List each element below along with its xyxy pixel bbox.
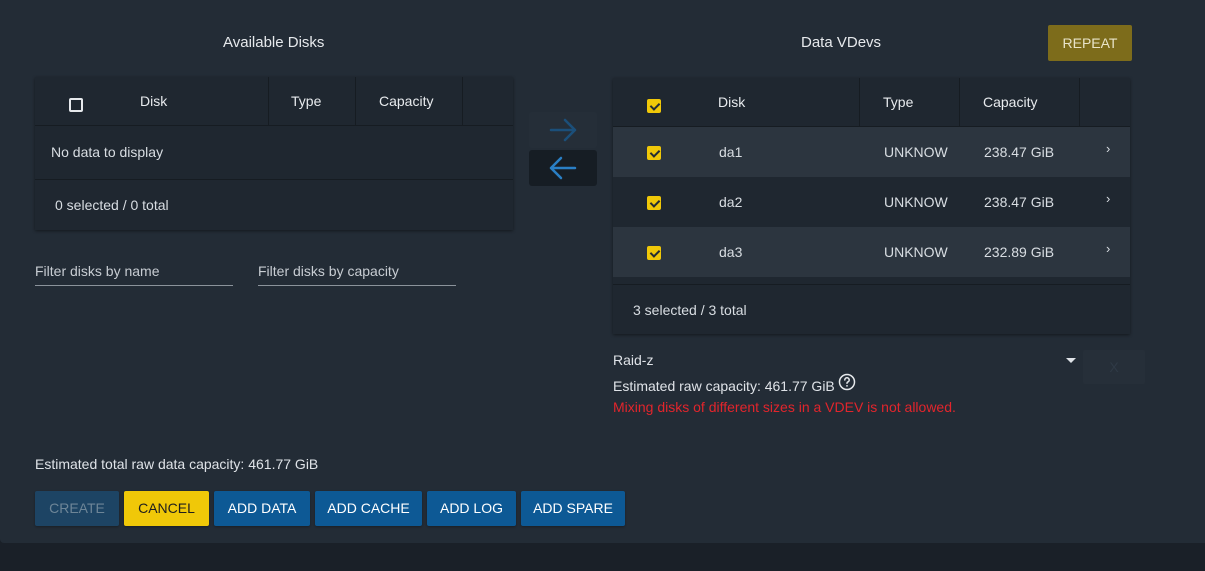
column-capacity[interactable]: Capacity (379, 77, 433, 125)
available-disks-table: Disk Type Capacity No data to display 0 … (35, 77, 513, 230)
row-checkbox[interactable] (647, 196, 661, 210)
row-disk: da1 (719, 144, 743, 160)
row-checkbox[interactable] (647, 146, 661, 160)
data-vdevs-title: Data VDevs (801, 34, 882, 51)
available-disks-title: Available Disks (223, 34, 325, 51)
add-cache-button[interactable]: ADD CACHE (315, 491, 422, 526)
row-type: UNKNOW (884, 144, 948, 160)
table-row[interactable]: da3 UNKNOW 232.89 GiB › (613, 227, 1130, 277)
table-footer: 0 selected / 0 total (35, 179, 513, 230)
row-capacity: 238.47 GiB (984, 144, 1055, 160)
data-vdevs-table: Disk Type Capacity da1 UNKNOW 238.47 GiB… (613, 78, 1130, 334)
total-raw-capacity: Estimated total raw data capacity: 461.7… (35, 456, 319, 472)
select-all-checkbox[interactable] (69, 98, 83, 112)
table-row[interactable]: da1 UNKNOW 238.47 GiB › (613, 127, 1130, 177)
selection-count: 3 selected / 3 total (633, 302, 747, 318)
move-right-button[interactable] (529, 112, 597, 148)
row-type: UNKNOW (884, 194, 948, 210)
column-disk[interactable]: Disk (718, 78, 745, 126)
filter-by-capacity-input[interactable]: Filter disks by capacity (258, 257, 456, 286)
vdev-layout-value: Raid-z (613, 352, 654, 368)
arrow-right-icon (549, 118, 577, 142)
arrow-left-icon (549, 156, 577, 180)
table-row[interactable]: da2 UNKNOW 238.47 GiB › (613, 177, 1130, 227)
column-capacity[interactable]: Capacity (983, 78, 1037, 126)
row-disk: da3 (719, 244, 743, 260)
row-disk: da2 (719, 194, 743, 210)
estimated-raw-capacity: Estimated raw capacity: 461.77 GiB (613, 378, 835, 394)
validation-error: Mixing disks of different sizes in a VDE… (613, 399, 956, 415)
pool-manager-card: Available Disks Disk Type Capacity No da… (0, 0, 1205, 543)
selection-count: 0 selected / 0 total (55, 197, 169, 213)
add-data-button[interactable]: ADD DATA (214, 491, 310, 526)
table-header: Disk Type Capacity (35, 77, 513, 126)
row-type: UNKNOW (884, 244, 948, 260)
add-spare-button[interactable]: ADD SPARE (521, 491, 625, 526)
column-disk[interactable]: Disk (140, 77, 167, 125)
filter-by-name-input[interactable]: Filter disks by name (35, 257, 233, 286)
row-capacity: 232.89 GiB (984, 244, 1055, 260)
repeat-button[interactable]: REPEAT (1048, 25, 1132, 61)
chevron-right-icon[interactable]: › (1106, 174, 1110, 224)
help-icon[interactable] (838, 373, 856, 391)
table-footer: 3 selected / 3 total (613, 284, 1130, 335)
remove-vdev-button[interactable]: X (1083, 350, 1145, 384)
move-left-button[interactable] (529, 150, 597, 186)
chevron-right-icon[interactable]: › (1106, 124, 1110, 174)
row-checkbox[interactable] (647, 246, 661, 260)
column-type[interactable]: Type (883, 78, 913, 126)
column-type[interactable]: Type (291, 77, 321, 125)
row-capacity: 238.47 GiB (984, 194, 1055, 210)
empty-message: No data to display (51, 144, 164, 160)
create-button[interactable]: CREATE (35, 491, 119, 526)
select-all-checkbox[interactable] (647, 99, 661, 113)
caret-down-icon (1066, 358, 1076, 363)
chevron-right-icon[interactable]: › (1106, 224, 1110, 274)
add-log-button[interactable]: ADD LOG (427, 491, 516, 526)
table-header: Disk Type Capacity (613, 78, 1130, 127)
cancel-button[interactable]: CANCEL (124, 491, 209, 526)
vdev-layout-select[interactable]: Raid-z (613, 350, 1079, 372)
